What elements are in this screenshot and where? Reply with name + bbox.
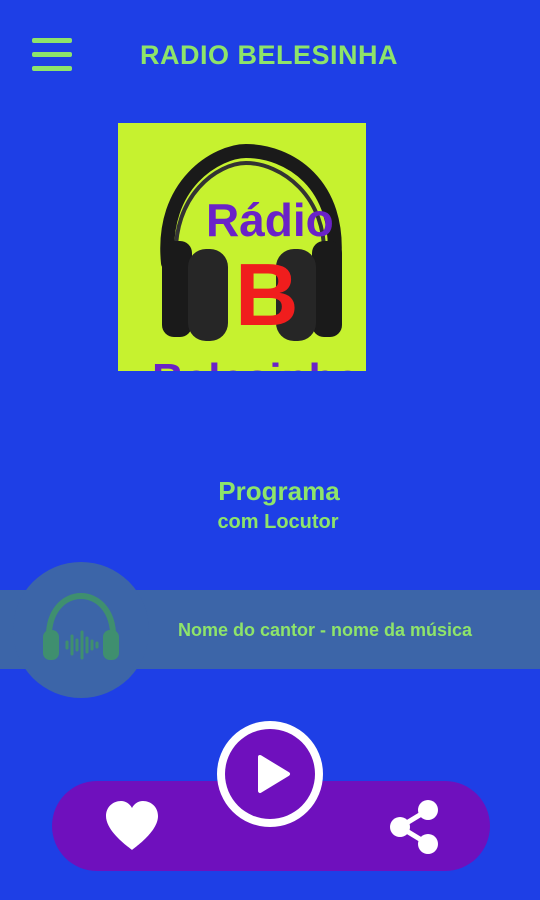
play-icon xyxy=(258,755,290,793)
program-name: Programa xyxy=(218,476,340,506)
logo-letter: B xyxy=(235,245,299,344)
now-playing-track: Nome do cantor - nome da música xyxy=(178,620,473,640)
logo-word: Rádio xyxy=(206,194,334,246)
now-playing-badge xyxy=(13,562,149,698)
headphones-icon xyxy=(43,592,119,660)
share-icon[interactable] xyxy=(388,799,440,855)
play-button[interactable] xyxy=(217,721,323,827)
hamburger-menu-icon[interactable] xyxy=(32,38,72,72)
heart-icon[interactable] xyxy=(104,800,160,852)
app-title: RADIO BELESINHA xyxy=(140,40,399,70)
program-host: com Locutor xyxy=(217,511,339,533)
logo-word-second: Belesinha xyxy=(152,355,360,371)
station-logo: Rádio B Belesinha xyxy=(118,123,366,371)
